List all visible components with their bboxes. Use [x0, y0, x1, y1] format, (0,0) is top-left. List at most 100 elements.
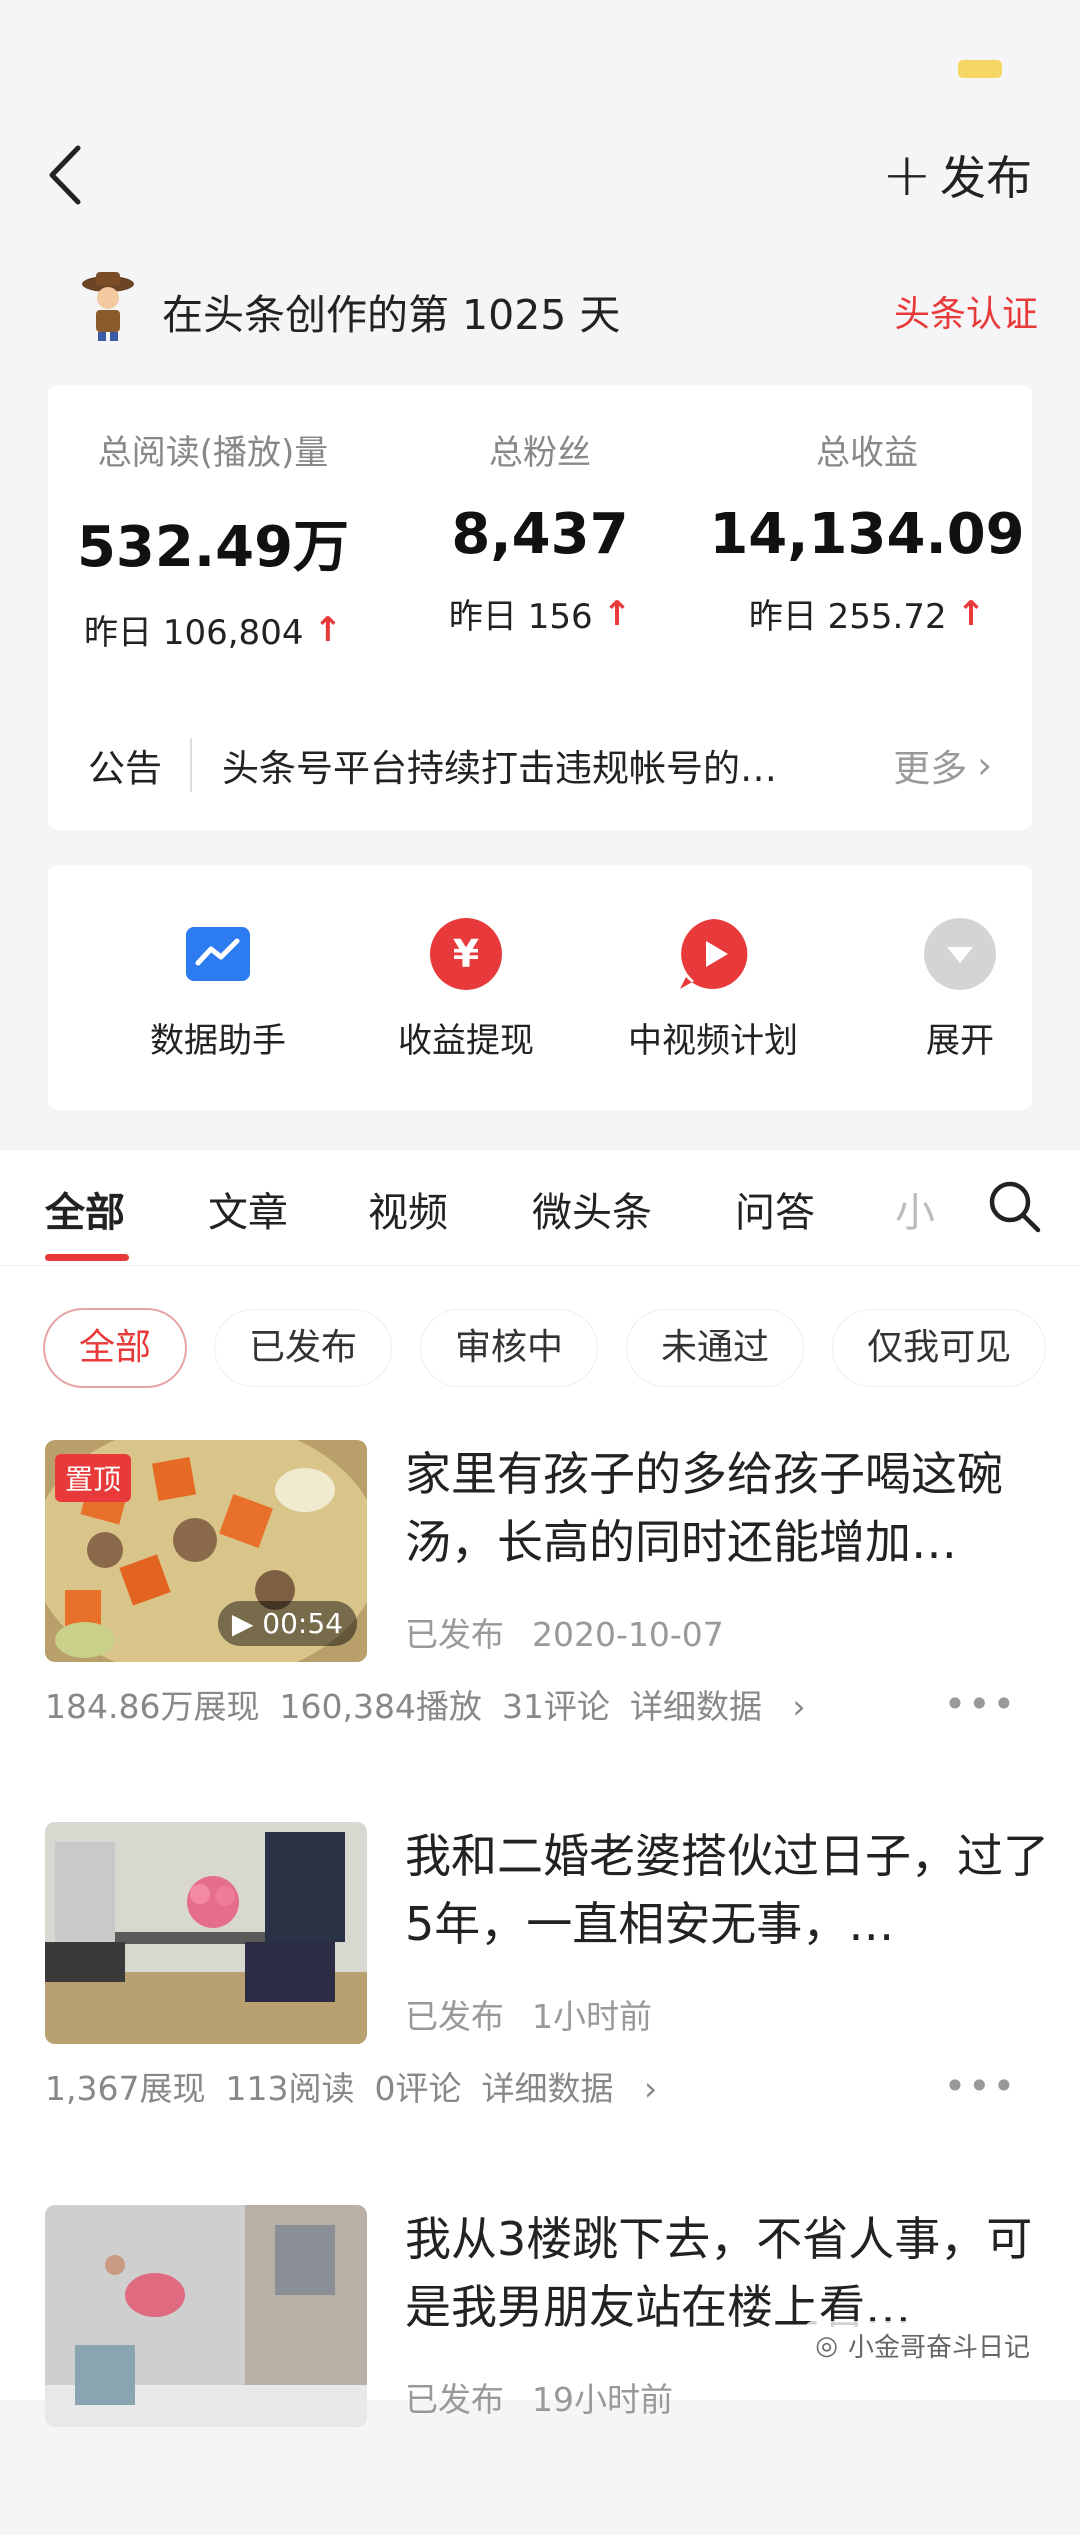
article-meta: 已发布 19小时前 — [405, 2373, 701, 2421]
plus-icon: + — [881, 140, 932, 210]
stat-impressions: 1,367展现 — [45, 2069, 206, 2108]
stat-yesterday-text: 昨日 106,804 — [84, 613, 304, 653]
notice-bar[interactable]: 公告 头条号平台持续打击违规帐号的… 更多 › — [88, 725, 992, 805]
back-icon[interactable] — [40, 140, 100, 210]
tab-micro[interactable]: 微头条 — [532, 1180, 652, 1238]
watermark: ◎ 小金哥奋斗日记 — [805, 2321, 1040, 2370]
tool-video-plan[interactable]: 中视频计划 — [613, 917, 813, 1062]
tool-label: 展开 — [926, 1021, 994, 1061]
video-plan-icon — [680, 919, 748, 989]
stat-value: 532.49万 — [76, 515, 350, 580]
tab-qa[interactable]: 问答 — [735, 1180, 815, 1238]
tool-income-withdraw[interactable]: ¥ 收益提现 — [366, 917, 566, 1062]
article-title[interactable]: 我和二婚老婆搭伙过日子，过了5年，一直相安无事，… — [405, 1822, 1065, 1958]
notice-more-link[interactable]: 更多 › — [893, 738, 992, 792]
creator-bar: 在头条创作的第 1025 天 头条认证 — [0, 265, 1080, 355]
content-tabs: 全部 文章 视频 微头条 问答 小 — [0, 1150, 1080, 1266]
svg-text:¥: ¥ — [453, 932, 479, 976]
notice-tag: 公告 — [88, 738, 192, 792]
avatar[interactable] — [78, 270, 138, 342]
arrow-up-icon: ↑ — [602, 593, 632, 634]
article-status: 已发布 — [405, 1997, 504, 2036]
stat-total-fans[interactable]: 总粉丝 8,437 昨日 156 ↑ — [375, 425, 705, 638]
verify-link[interactable]: 头条认证 — [894, 285, 1038, 337]
stat-total-reads[interactable]: 总阅读(播放)量 532.49万 昨日 106,804 ↑ — [48, 425, 378, 654]
article-thumbnail[interactable]: 置顶 ▶ 00:54 — [45, 1440, 367, 1662]
stat-reads: 113阅读 — [225, 2069, 355, 2108]
arrow-up-icon: ↑ — [956, 593, 986, 634]
creator-days-text: 在头条创作的第 1025 天 — [162, 291, 621, 339]
more-options-icon[interactable]: ••• — [944, 1682, 1017, 1726]
watermark-text: 小金哥奋斗日记 — [847, 2333, 1030, 2363]
tab-videos[interactable]: 视频 — [368, 1180, 448, 1238]
tool-label: 中视频计划 — [628, 1021, 798, 1061]
stat-value: 8,437 — [451, 502, 629, 567]
top-bar: + 发布 — [0, 130, 1080, 220]
tool-label: 数据助手 — [150, 1021, 286, 1061]
content-area: 全部 文章 视频 微头条 问答 小 全部 已发布 审核中 未通过 仅我可见 置顶… — [0, 1150, 1080, 2427]
chip-rejected[interactable]: 未通过 — [627, 1310, 804, 1386]
stat-total-income[interactable]: 总收益 14,134.09 昨日 255.72 ↑ — [702, 425, 1032, 638]
tools-card: 数据助手 ¥ 收益提现 中视频计划 展开 — [48, 865, 1032, 1110]
stats-card: 总阅读(播放)量 532.49万 昨日 106,804 ↑ 总粉丝 8,437 … — [48, 385, 1032, 830]
stat-yesterday: 昨日 156 ↑ — [375, 589, 705, 638]
stat-yesterday-text: 昨日 156 — [448, 597, 593, 637]
expand-icon — [924, 918, 996, 990]
chip-all[interactable]: 全部 — [45, 1310, 186, 1386]
article-meta: 已发布 2020-10-07 — [405, 1608, 752, 1656]
tab-all[interactable]: 全部 — [45, 1180, 125, 1238]
detail-link[interactable]: 详细数据 › — [630, 1687, 806, 1726]
play-icon: ▶ — [231, 1607, 263, 1640]
more-options-icon[interactable]: ••• — [944, 2064, 1017, 2108]
stat-yesterday: 昨日 255.72 ↑ — [702, 589, 1032, 638]
article-item[interactable]: 我和二婚老婆搭伙过日子，过了5年，一直相安无事，… 已发布 1小时前 1,367展… — [45, 1822, 1049, 2152]
stat-plays: 160,384播放 — [279, 1687, 482, 1726]
publish-button[interactable]: + 发布 — [882, 142, 1032, 208]
chevron-right-icon: › — [977, 743, 992, 787]
article-date: 2020-10-07 — [532, 1615, 724, 1654]
article-stats: 184.86万展现 160,384播放 31评论 详细数据 › — [45, 1680, 826, 1728]
status-bar — [0, 0, 1080, 130]
battery-icon — [958, 60, 1002, 78]
stat-label: 总阅读(播放)量 — [97, 433, 329, 473]
active-tab-indicator — [45, 1254, 129, 1261]
duration-text: 00:54 — [262, 1607, 343, 1640]
yuan-icon: ¥ — [430, 918, 502, 990]
pinned-badge: 置顶 — [55, 1454, 132, 1502]
stat-comments: 31评论 — [501, 1687, 610, 1726]
stat-yesterday-text: 昨日 255.72 — [748, 597, 947, 637]
chip-private[interactable]: 仅我可见 — [833, 1310, 1046, 1386]
video-duration: ▶ 00:54 — [217, 1601, 357, 1646]
article-stats: 1,367展现 113阅读 0评论 详细数据 › — [45, 2062, 677, 2110]
tab-articles[interactable]: 文章 — [208, 1180, 288, 1238]
tool-label: 收益提现 — [398, 1021, 534, 1061]
article-item[interactable]: 置顶 ▶ 00:54 家里有孩子的多给孩子喝这碗汤，长高的同时还能增加… 已发布… — [45, 1440, 1035, 1770]
article-thumbnail[interactable] — [45, 2205, 367, 2427]
article-thumbnail[interactable] — [45, 1822, 367, 2044]
couple-bench-image — [45, 1822, 367, 2044]
chip-reviewing[interactable]: 审核中 — [421, 1310, 598, 1386]
detail-link[interactable]: 详细数据 › — [481, 2069, 657, 2108]
article-date: 1小时前 — [532, 1997, 652, 2036]
detail-label: 详细数据 — [629, 1687, 762, 1726]
more-label: 更多 — [893, 747, 968, 790]
article-title[interactable]: 家里有孩子的多给孩子喝这碗汤，长高的同时还能增加… — [405, 1440, 1065, 1576]
article-status: 已发布 — [405, 1615, 504, 1654]
tool-expand[interactable]: 展开 — [860, 917, 1060, 1062]
wechat-icon: ◎ — [815, 2330, 838, 2361]
article-meta: 已发布 1小时前 — [405, 1990, 680, 2038]
search-icon[interactable] — [984, 1176, 1044, 1236]
article-item[interactable]: 我从3楼跳下去，不省人事，可是我男朋友站在楼上看… 已发布 19小时前 — [45, 2205, 1035, 2535]
stat-impressions: 184.86万展现 — [45, 1687, 260, 1726]
arrow-up-icon: ↑ — [313, 609, 342, 650]
tool-data-assistant[interactable]: 数据助手 — [118, 917, 318, 1062]
chip-published[interactable]: 已发布 — [215, 1310, 392, 1386]
tab-small[interactable]: 小 — [895, 1180, 935, 1238]
stat-value: 14,134.09 — [709, 502, 1025, 567]
stat-label: 总收益 — [816, 433, 918, 473]
detail-label: 详细数据 — [481, 2069, 614, 2108]
notice-text: 头条号平台持续打击违规帐号的… — [222, 747, 777, 790]
chart-icon — [186, 927, 250, 981]
publish-label: 发布 — [940, 151, 1032, 205]
stat-yesterday: 昨日 106,804 ↑ — [48, 605, 378, 654]
